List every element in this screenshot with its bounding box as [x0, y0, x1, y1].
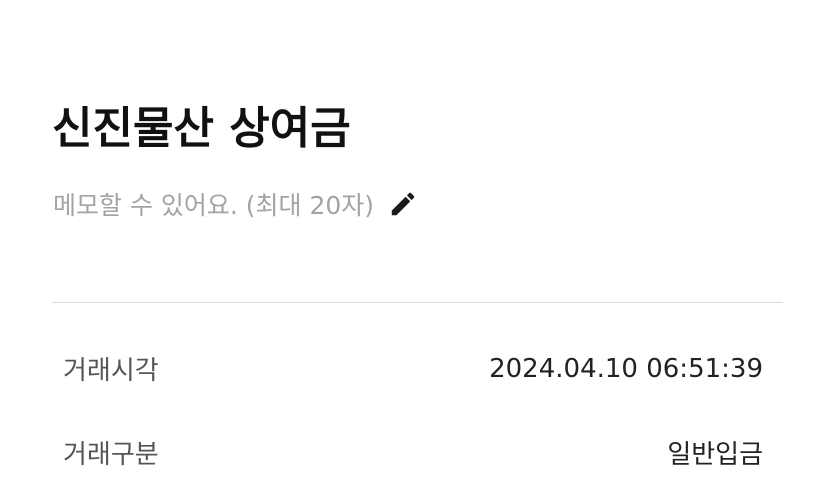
pencil-icon[interactable] — [388, 189, 418, 219]
transaction-time-value: 2024.04.10 06:51:39 — [489, 353, 763, 384]
memo-row: 메모할 수 있어요. (최대 20자) — [53, 186, 418, 222]
transaction-type-value: 일반입금 — [667, 440, 763, 470]
transaction-title: 신진물산 상여금 — [52, 103, 351, 154]
transaction-type-label: 거래구분 — [63, 440, 159, 470]
divider — [52, 302, 783, 303]
detail-row-transaction-time: 거래시각 2024.04.10 06:51:39 — [63, 350, 763, 387]
detail-row-transaction-type: 거래구분 일반입금 — [63, 434, 763, 471]
memo-placeholder[interactable]: 메모할 수 있어요. (최대 20자) — [53, 186, 374, 222]
transaction-time-label: 거래시각 — [63, 356, 159, 386]
